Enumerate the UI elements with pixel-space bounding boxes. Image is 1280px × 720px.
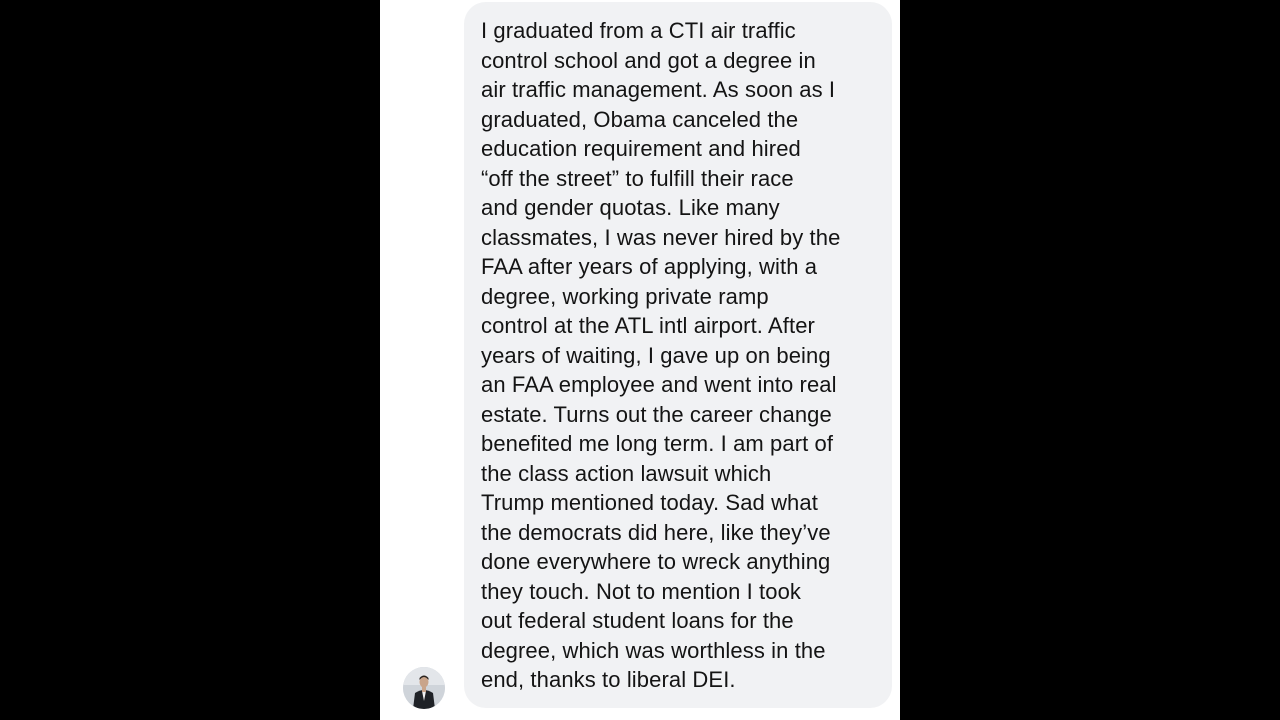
message-bubble[interactable]: I graduated from a CTI air traffic contr…	[464, 2, 892, 708]
message-text: I graduated from a CTI air traffic contr…	[481, 18, 841, 692]
person-in-suit-avatar-icon	[403, 667, 445, 709]
video-frame: I graduated from a CTI air traffic contr…	[0, 0, 1280, 720]
message-screen: I graduated from a CTI air traffic contr…	[380, 0, 900, 720]
sender-avatar[interactable]	[403, 667, 445, 709]
